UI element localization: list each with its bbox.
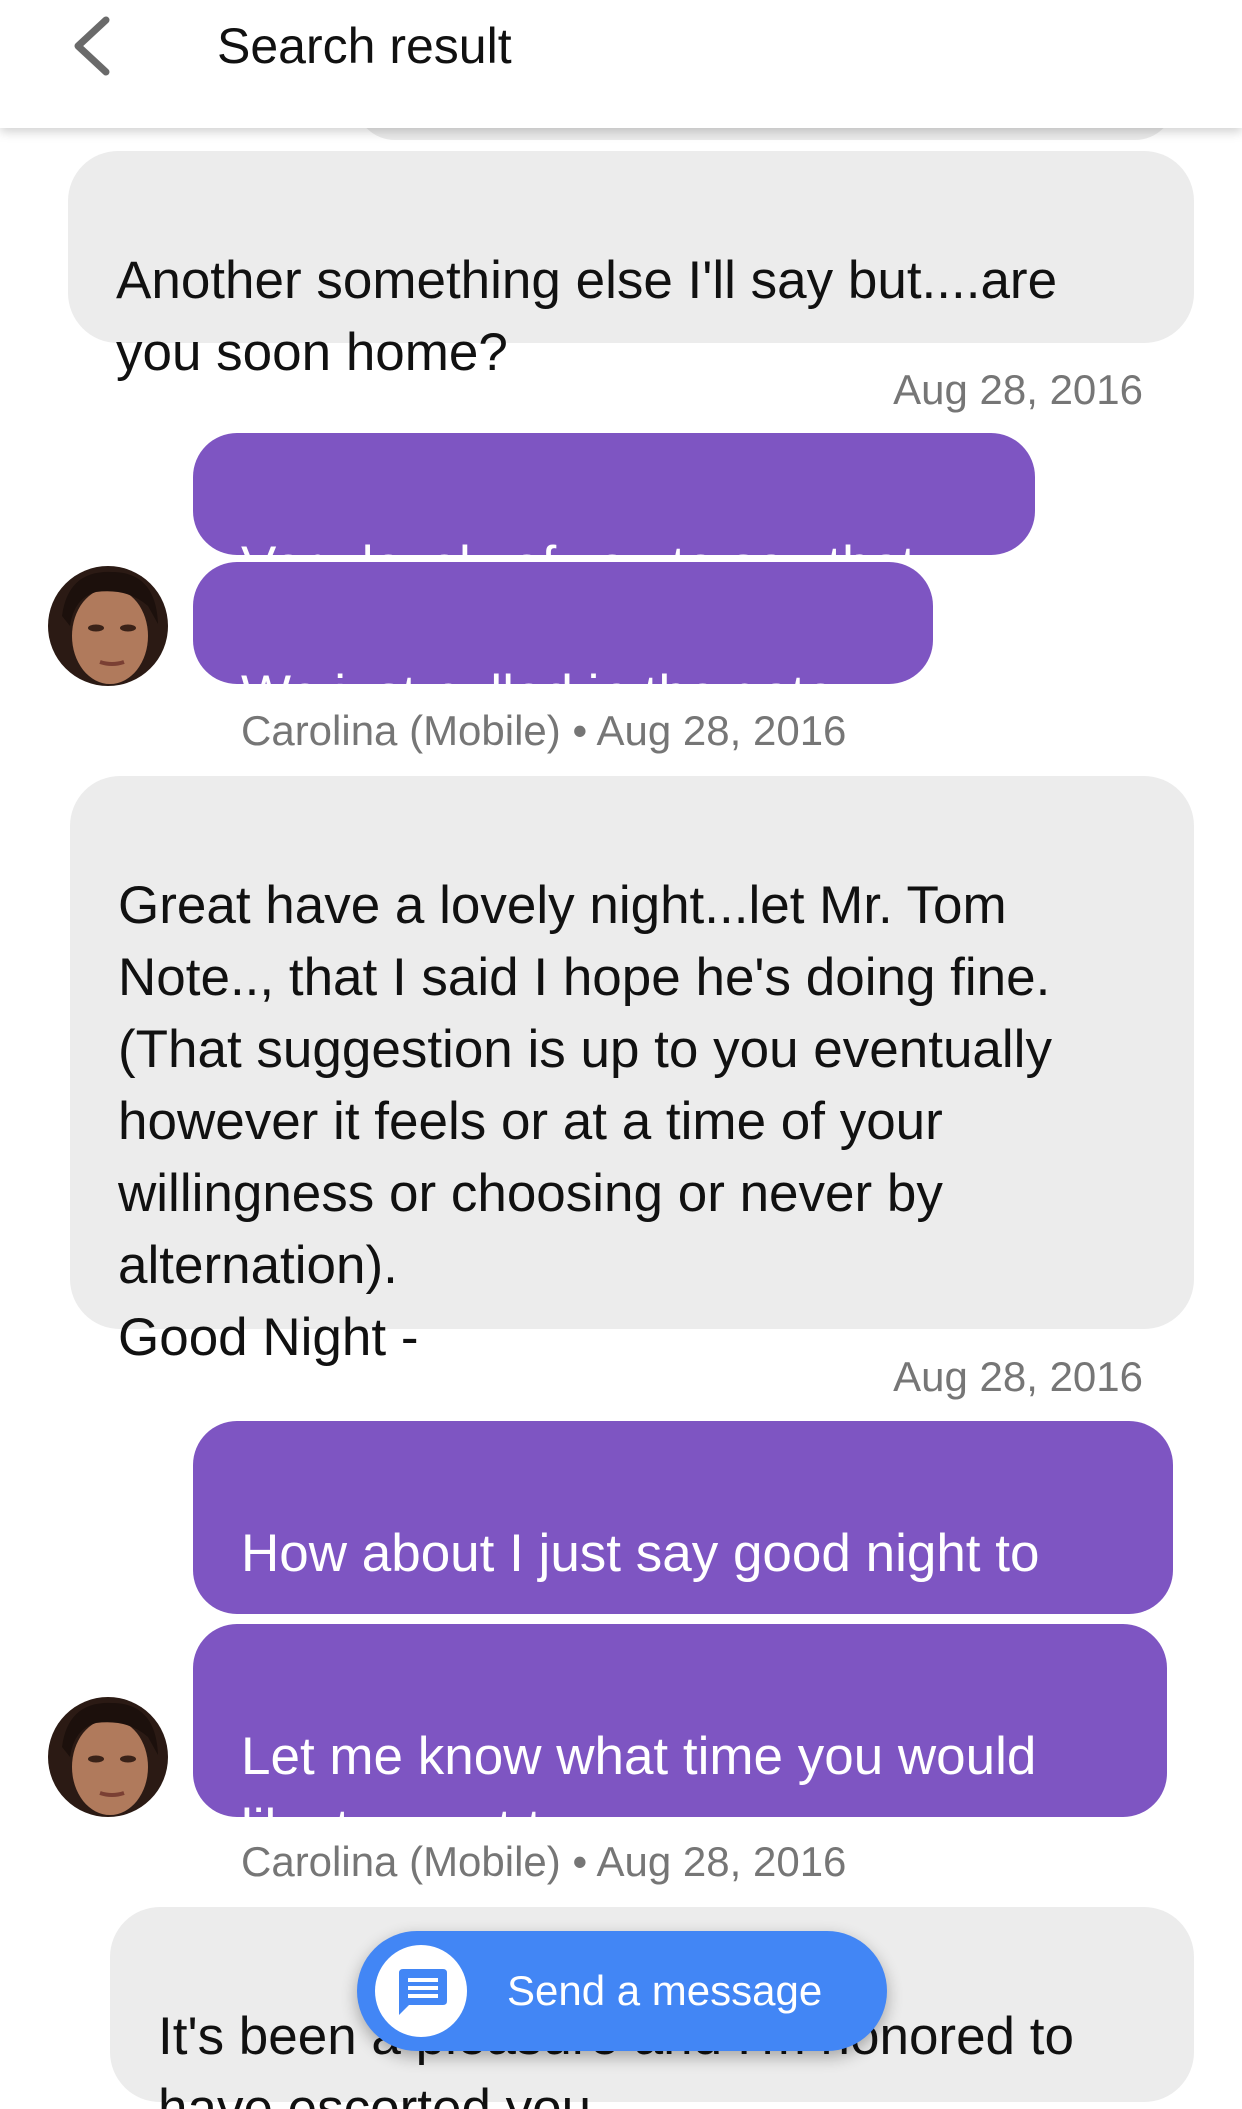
- avatar-photo-icon: [48, 1697, 168, 1817]
- outgoing-message-bubble[interactable]: Very lovely of you to say that.: [193, 433, 1035, 595]
- separator-dot: •: [572, 707, 588, 754]
- avatar[interactable]: [48, 1697, 168, 1817]
- avatar[interactable]: [48, 566, 168, 686]
- sender-name: Carolina (Mobile): [241, 1838, 561, 1885]
- outgoing-message-bubble[interactable]: We just pulled in the gate: [193, 562, 933, 724]
- page-title: Search result: [217, 18, 512, 74]
- message-text: Another something else I'll say but....a…: [116, 251, 1058, 382]
- incoming-message-bubble[interactable]: Great have a lovely night...let Mr. Tom …: [70, 776, 1194, 1367]
- top-bar: Search result: [0, 0, 1242, 128]
- message-timestamp: Aug 28, 2016: [596, 707, 847, 754]
- separator-dot: •: [572, 1838, 588, 1885]
- message-icon: [399, 1969, 447, 2015]
- message-text: Great have a lovely night...let Mr. Tom …: [118, 876, 1052, 1367]
- message-timestamp: Aug 28, 2016: [893, 366, 1143, 413]
- outgoing-message-bubble[interactable]: How about I just say good night to you.: [193, 1421, 1173, 1655]
- incoming-message-bubble[interactable]: Another something else I'll say but....a…: [68, 151, 1194, 382]
- chevron-left-icon: [74, 16, 110, 76]
- back-button[interactable]: [52, 6, 132, 86]
- message-timestamp: Aug 28, 2016: [893, 1353, 1143, 1400]
- conversation-screen: Search result Another something else I'l…: [0, 0, 1242, 2109]
- send-message-label: Send a message: [507, 1967, 823, 2014]
- outgoing-message-bubble[interactable]: Let me know what time you would like to …: [193, 1624, 1167, 1858]
- sender-name: Carolina (Mobile): [241, 707, 561, 754]
- sender-line: Carolina (Mobile) • Aug 28, 2016: [241, 1836, 846, 1888]
- sender-line: Carolina (Mobile) • Aug 28, 2016: [241, 705, 846, 757]
- fab-icon-container: [375, 1945, 467, 2037]
- message-timestamp: Aug 28, 2016: [596, 1838, 847, 1885]
- send-message-button[interactable]: Send a message: [357, 1931, 887, 2051]
- avatar-photo-icon: [48, 566, 168, 686]
